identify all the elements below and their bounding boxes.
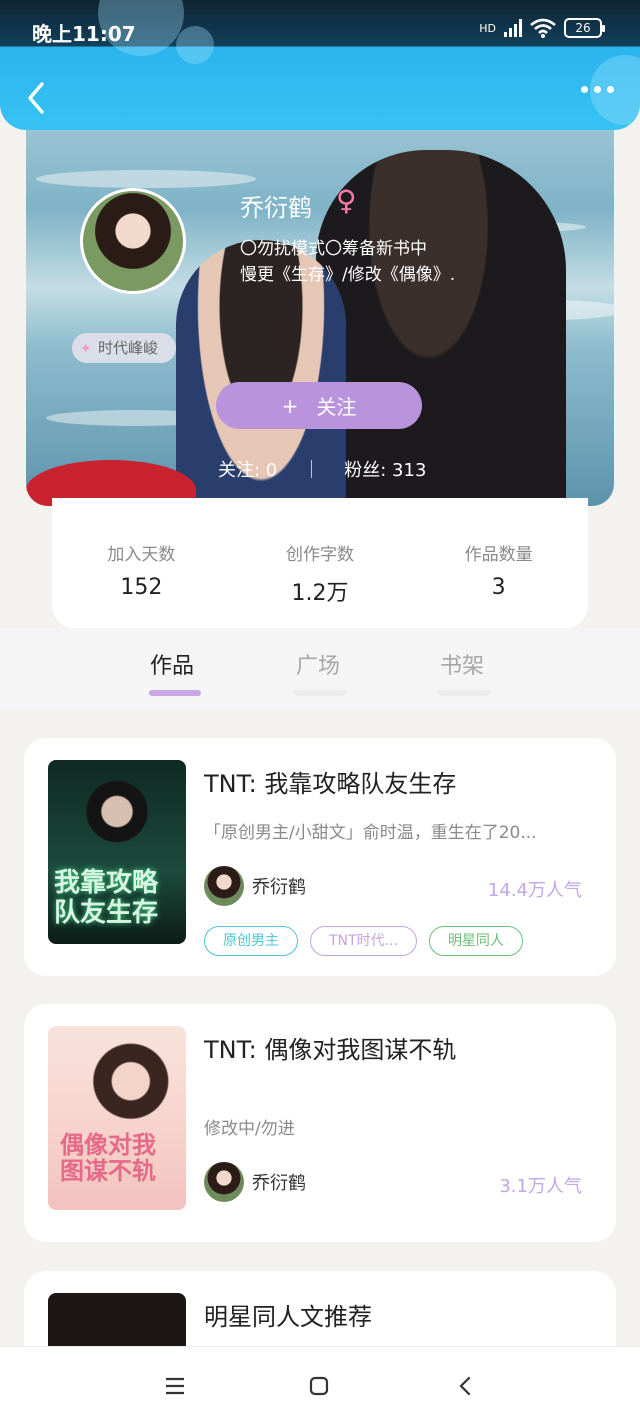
author-name: 乔衍鹤 [252, 877, 306, 898]
stats-card: 加入天数 152 创作字数 1.2万 作品数量 3 [52, 498, 588, 628]
signal-icon [504, 19, 522, 37]
star-icon: ✦ [80, 341, 92, 357]
profile-banner [26, 110, 614, 506]
book-cover[interactable]: 偶像对我图谋不轨 [48, 1026, 186, 1210]
book-cover[interactable]: 我靠攻略队友生存 [48, 760, 186, 944]
bio-line: 慢更《生存》/修改《偶像》. [240, 265, 456, 285]
work-description: 「原创男主/小甜文」俞时温，重生在了20... [204, 823, 537, 843]
tab-works[interactable]: 作品 [150, 648, 194, 680]
cover-title: 我靠攻略队友生存 [54, 868, 159, 928]
work-tags: 原创男主 TNT时代... 明星同人 [204, 926, 523, 956]
nav-menu-button[interactable] [160, 1371, 190, 1401]
battery-level: 26 [575, 21, 591, 35]
tab-square[interactable]: 广场 [296, 648, 340, 680]
stat-word-count: 创作字数 1.2万 [240, 540, 400, 628]
back-button[interactable] [20, 78, 52, 118]
fans-count[interactable]: 粉丝: 313 [344, 456, 426, 482]
battery-icon: 26 [564, 18, 605, 38]
female-icon: ♀ [336, 184, 357, 217]
cover-title: 偶像对我图谋不轨 [60, 1131, 156, 1185]
follow-label: 关注 [316, 395, 357, 419]
work-popularity: 3.1万人气 [499, 1176, 582, 1197]
network-label: HD [479, 21, 496, 35]
nav-back-button[interactable] [450, 1371, 480, 1401]
menu-icon [166, 1377, 184, 1395]
more-dot [607, 86, 614, 93]
stat-label: 作品数量 [464, 545, 533, 565]
tab-active-indicator [149, 690, 201, 696]
author-avatar [204, 1162, 244, 1202]
nav-home-button[interactable] [304, 1371, 334, 1401]
more-dot [594, 86, 601, 93]
stat-value: 1.2万 [291, 581, 349, 606]
back-triangle-icon [459, 1376, 471, 1396]
follow-button[interactable]: + 关注 [216, 382, 422, 429]
badge-label: 时代峰峻 [98, 339, 159, 357]
profile-nickname: 乔衍鹤 [240, 194, 312, 222]
stat-label: 加入天数 [107, 545, 176, 565]
stat-join-days: 加入天数 152 [61, 540, 221, 628]
tag-chip[interactable]: 明星同人 [428, 926, 523, 956]
follow-stats: 关注: 0 粉丝: 313 [218, 456, 426, 482]
following-count[interactable]: 关注: 0 [218, 456, 277, 482]
tab-indicator [294, 690, 346, 696]
author-name: 乔衍鹤 [252, 1173, 306, 1194]
profile-badge[interactable]: ✦ 时代峰峻 [72, 333, 177, 363]
wifi-icon [530, 18, 556, 38]
work-popularity: 14.4万人气 [487, 880, 582, 901]
work-title[interactable]: TNT: 偶像对我图谋不轨 [204, 1030, 456, 1065]
bio-line: 〇勿扰模式〇筹备新书中 [240, 239, 427, 259]
work-card[interactable]: 我靠攻略队友生存 TNT: 我靠攻略队友生存 「原创男主/小甜文」俞时温，重生在… [24, 738, 616, 976]
work-title[interactable]: TNT: 我靠攻略队友生存 [204, 764, 456, 799]
work-author[interactable]: 乔衍鹤 [204, 866, 306, 906]
stat-value: 152 [120, 575, 163, 600]
decor-wave [36, 170, 256, 188]
more-dots-icon [581, 86, 588, 93]
decor-bubble [176, 26, 214, 64]
stat-works-count: 作品数量 3 [419, 540, 579, 628]
divider [311, 460, 313, 478]
author-avatar [204, 866, 244, 906]
stat-label: 创作字数 [285, 545, 354, 565]
top-header: 晚上11:07 HD 26 [0, 0, 640, 130]
home-square-icon [309, 1376, 329, 1396]
work-author[interactable]: 乔衍鹤 [204, 1162, 306, 1202]
tag-chip[interactable]: TNT时代... [310, 926, 417, 956]
tag-chip[interactable]: 原创男主 [204, 926, 298, 956]
work-card[interactable]: 偶像对我图谋不轨 TNT: 偶像对我图谋不轨 修改中/勿进 乔衍鹤 3.1万人气 [24, 1004, 616, 1242]
work-title[interactable]: 明星同人文推荐 [204, 1297, 372, 1332]
more-button[interactable] [581, 86, 614, 93]
profile-avatar[interactable] [80, 188, 186, 294]
tab-indicator [438, 690, 490, 696]
stat-value: 3 [491, 575, 506, 600]
tab-bookshelf[interactable]: 书架 [440, 648, 484, 680]
work-description: 修改中/勿进 [204, 1119, 295, 1139]
status-time: 晚上11:07 [32, 22, 136, 46]
plus-icon: + [281, 393, 299, 418]
chevron-left-icon [28, 82, 44, 114]
system-nav-bar [0, 1346, 640, 1422]
status-icons: HD 26 [479, 18, 605, 38]
profile-bio: 〇勿扰模式〇筹备新书中 慢更《生存》/修改《偶像》. [240, 236, 560, 288]
